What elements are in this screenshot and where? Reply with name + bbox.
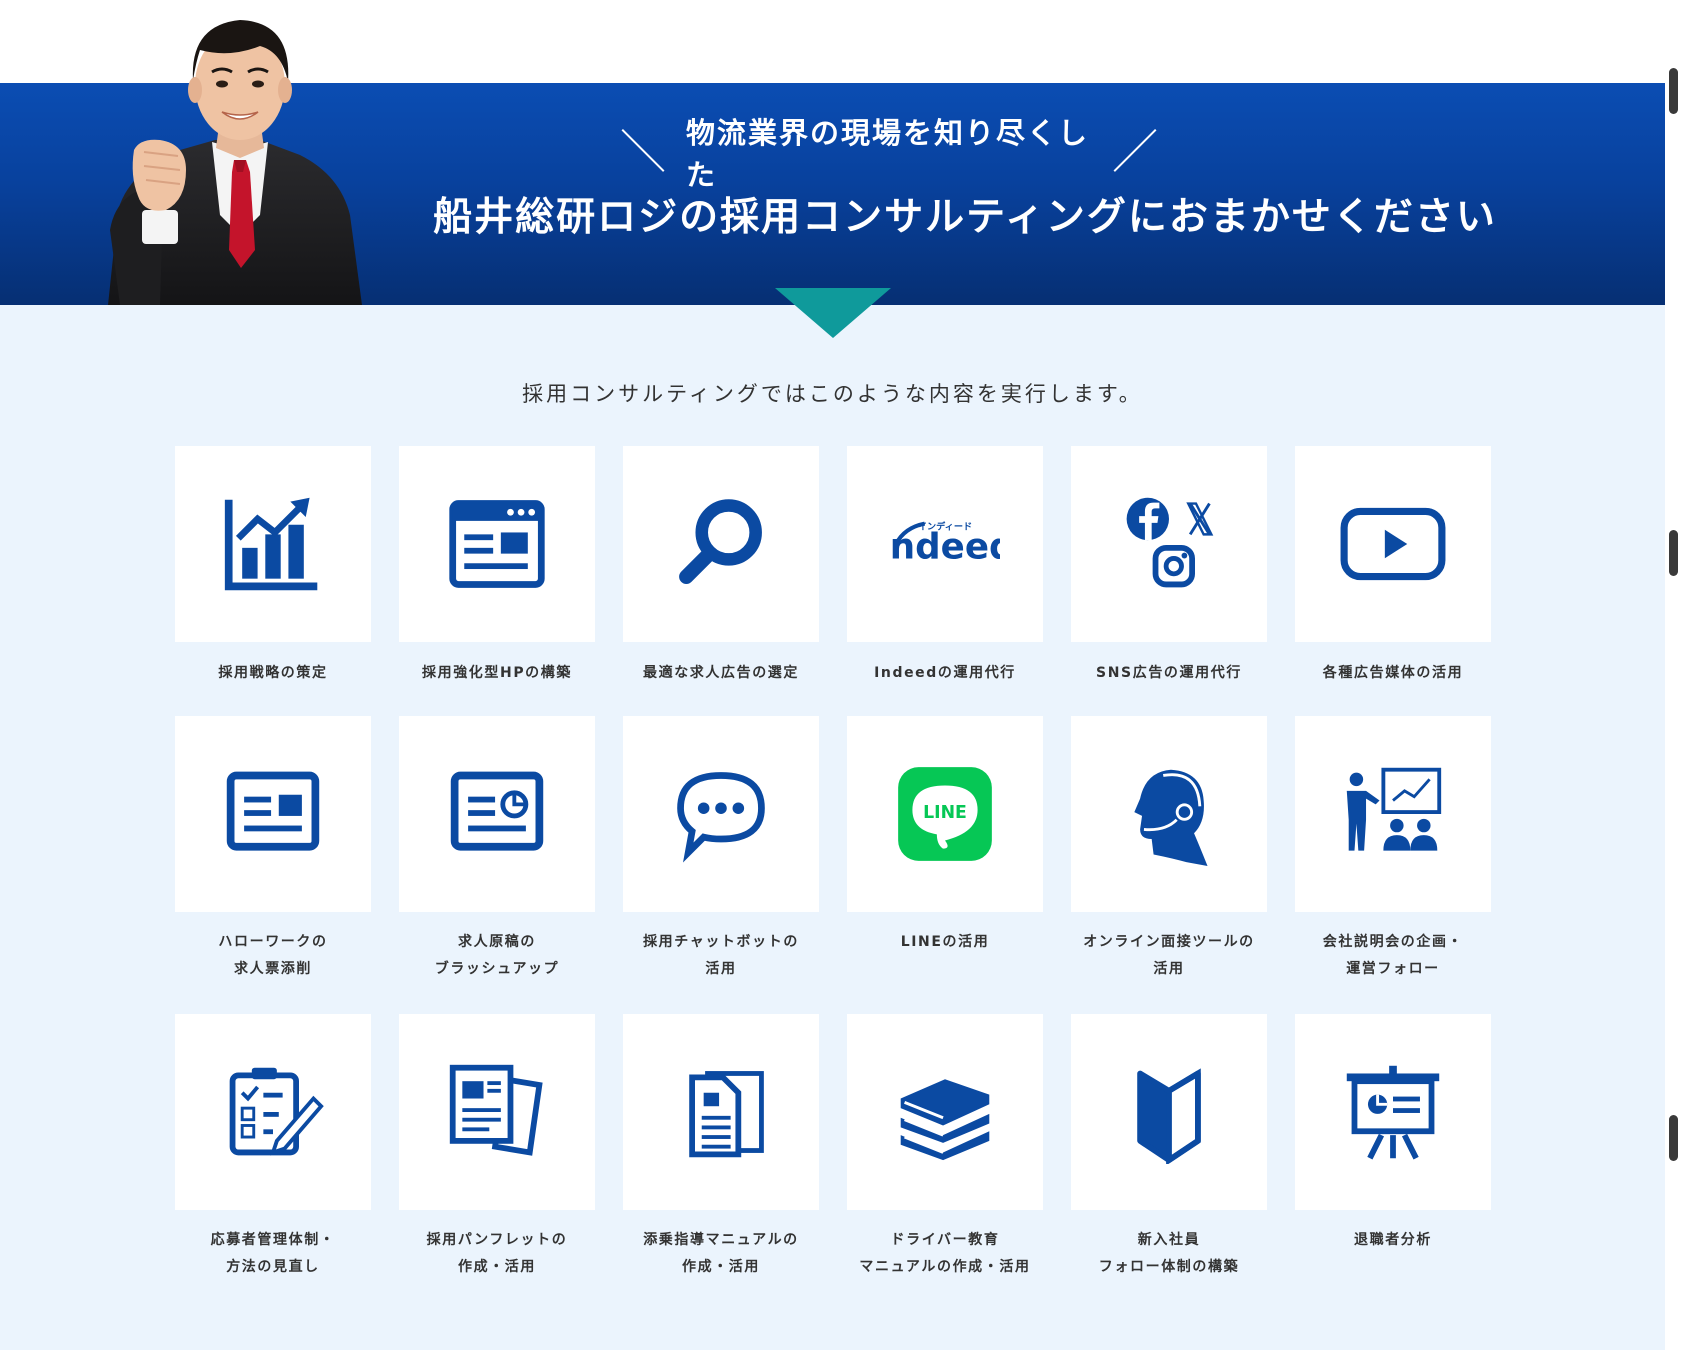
service-label: 採用戦略の策定 xyxy=(153,660,393,687)
service-label-line: 求人原稿の xyxy=(458,934,536,950)
service-label: 各種広告媒体の活用 xyxy=(1273,660,1513,687)
service-label-line: 各種広告媒体の活用 xyxy=(1322,665,1464,681)
service-label-line: 添乗指導マニュアルの xyxy=(643,1232,799,1248)
line-logo-icon: LINE xyxy=(898,767,992,861)
presentation-icon xyxy=(1346,767,1442,851)
section-intro: 採用コンサルティングではこのような内容を実行します。 xyxy=(522,382,1143,406)
service-label: 添乗指導マニュアルの 作成・活用 xyxy=(601,1227,841,1281)
service-label: 求人原稿のブラッシュアップ xyxy=(377,929,617,983)
service-label: 新入社員フォロー体制の構築 xyxy=(1049,1227,1289,1281)
service-label-line: 最適な求人広告の選定 xyxy=(643,665,799,681)
service-label-line: 求人票添削 xyxy=(234,961,312,977)
tagline-text: 物流業界の現場を知り尽くした xyxy=(686,116,1090,192)
manual-document-icon xyxy=(689,1071,764,1158)
service-card xyxy=(175,446,371,642)
service-label-line: SNS広告の運用代行 xyxy=(1096,665,1242,681)
service-card xyxy=(1295,716,1491,912)
service-label-line: ブラッシュアップ xyxy=(434,961,560,977)
scrollbar-thumb-3[interactable] xyxy=(1669,1115,1678,1161)
service-card xyxy=(1071,1014,1267,1210)
headset-person-icon xyxy=(1134,769,1208,866)
clipboard-checklist-icon xyxy=(229,1067,324,1156)
service-label-line: 運営フォロー xyxy=(1346,961,1440,977)
service-card xyxy=(623,446,819,642)
slash-right-decoration: ／ xyxy=(1112,125,1160,179)
service-label-line: 活用 xyxy=(705,961,737,977)
bar-chart-icon xyxy=(224,497,318,591)
service-label: オンライン面接ツールの 活用 xyxy=(1049,929,1289,983)
service-card xyxy=(1071,446,1267,642)
consultant-photo xyxy=(108,20,362,305)
service-card: インディード indeed xyxy=(847,446,1043,642)
chat-bubble-icon xyxy=(677,772,765,863)
projector-screen-icon xyxy=(1346,1065,1440,1160)
service-card xyxy=(623,716,819,912)
news-card-icon xyxy=(226,771,320,851)
service-label: Indeedの運用代行 xyxy=(825,660,1065,687)
banner-headline: 船井総研ロジの採用コンサルティングにおまかせください xyxy=(433,195,1497,240)
svg-text:LINE: LINE xyxy=(923,803,967,823)
pamphlet-icon xyxy=(449,1064,543,1156)
service-card: LINE xyxy=(847,716,1043,912)
service-label: SNS広告の運用代行 xyxy=(1049,660,1289,687)
service-label-line: 作成・活用 xyxy=(458,1259,536,1275)
service-card xyxy=(399,716,595,912)
slash-left-decoration: ＼ xyxy=(620,125,668,179)
service-label-line: 会社説明会の企画・ xyxy=(1322,934,1464,950)
service-label: ドライバー教育マニュアルの作成・活用 xyxy=(825,1227,1065,1281)
banner-tagline: ＼ 物流業界の現場を知り尽くした ／ xyxy=(620,116,1160,192)
service-label-line: 採用パンフレットの xyxy=(426,1232,568,1248)
down-arrow-icon xyxy=(775,288,891,338)
service-label-line: ハローワークの xyxy=(218,934,328,950)
service-label-line: 応募者管理体制・ xyxy=(210,1232,336,1248)
service-card xyxy=(1295,1014,1491,1210)
service-label: 採用パンフレットの 作成・活用 xyxy=(377,1227,617,1281)
service-card xyxy=(399,446,595,642)
service-label-line: 採用チャットボットの xyxy=(643,934,799,950)
service-label: 最適な求人広告の選定 xyxy=(601,660,841,687)
service-label-line: 方法の見直し xyxy=(226,1259,320,1275)
sns-icon xyxy=(1126,497,1214,588)
service-label-line: 退職者分析 xyxy=(1354,1232,1432,1248)
service-label: 採用強化型HPの構築 xyxy=(377,660,617,687)
service-card xyxy=(847,1014,1043,1210)
scrollbar-track[interactable] xyxy=(1665,0,1683,1350)
beginner-mark-icon xyxy=(1137,1068,1201,1164)
service-label-line: 作成・活用 xyxy=(682,1259,760,1275)
service-label: ハローワークの 求人票添削 xyxy=(153,929,393,983)
service-card xyxy=(175,1014,371,1210)
magnifier-icon xyxy=(679,499,762,584)
service-card xyxy=(1071,716,1267,912)
service-label-line: フォロー体制の構築 xyxy=(1098,1259,1240,1275)
service-label-line: 新入社員 xyxy=(1137,1232,1201,1248)
service-label: 会社説明会の企画・ 運営フォロー xyxy=(1273,929,1513,983)
indeed-logo-icon: インディード indeed xyxy=(890,521,1000,568)
webpage-icon xyxy=(449,500,545,588)
service-card xyxy=(623,1014,819,1210)
svg-text:indeed: indeed xyxy=(890,526,1000,567)
service-label-line: 採用強化型HPの構築 xyxy=(422,665,572,681)
service-label-line: 採用戦略の策定 xyxy=(218,665,328,681)
book-stack-icon xyxy=(900,1079,990,1161)
service-label: LINEの活用 xyxy=(825,929,1065,956)
service-label: 採用チャットボットの 活用 xyxy=(601,929,841,983)
service-label-line: ドライバー教育 xyxy=(890,1232,1000,1248)
service-card xyxy=(1295,446,1491,642)
service-card xyxy=(175,716,371,912)
service-label-line: オンライン面接ツールの xyxy=(1083,934,1255,950)
service-label: 応募者管理体制・ 方法の見直し xyxy=(153,1227,393,1281)
service-label: 退職者分析 xyxy=(1273,1227,1513,1254)
service-label-line: マニュアルの作成・活用 xyxy=(859,1259,1031,1275)
scrollbar-thumb-2[interactable] xyxy=(1669,530,1678,576)
service-label-line: Indeedの運用代行 xyxy=(874,665,1016,681)
youtube-play-icon xyxy=(1340,507,1446,581)
service-label-line: LINEの活用 xyxy=(900,934,990,950)
service-card xyxy=(399,1014,595,1210)
service-label-line: 活用 xyxy=(1153,961,1185,977)
document-chart-icon xyxy=(450,771,544,851)
scrollbar-thumb[interactable] xyxy=(1669,68,1678,114)
